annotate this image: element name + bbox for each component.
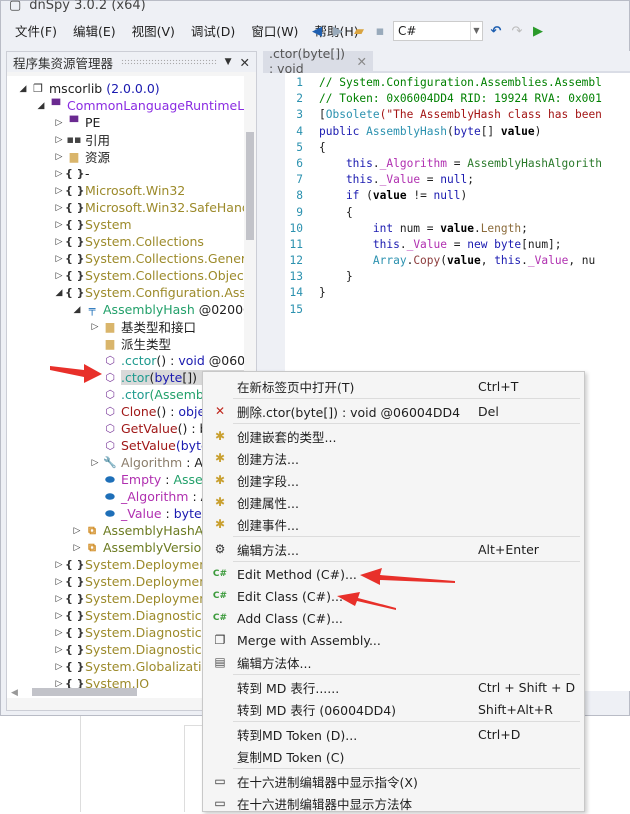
annotation-arrow-edit-class [337,592,396,610]
annotation-arrows [50,364,455,610]
annotation-arrow-tree [50,364,102,383]
annotation-arrow-edit-method [360,568,455,585]
